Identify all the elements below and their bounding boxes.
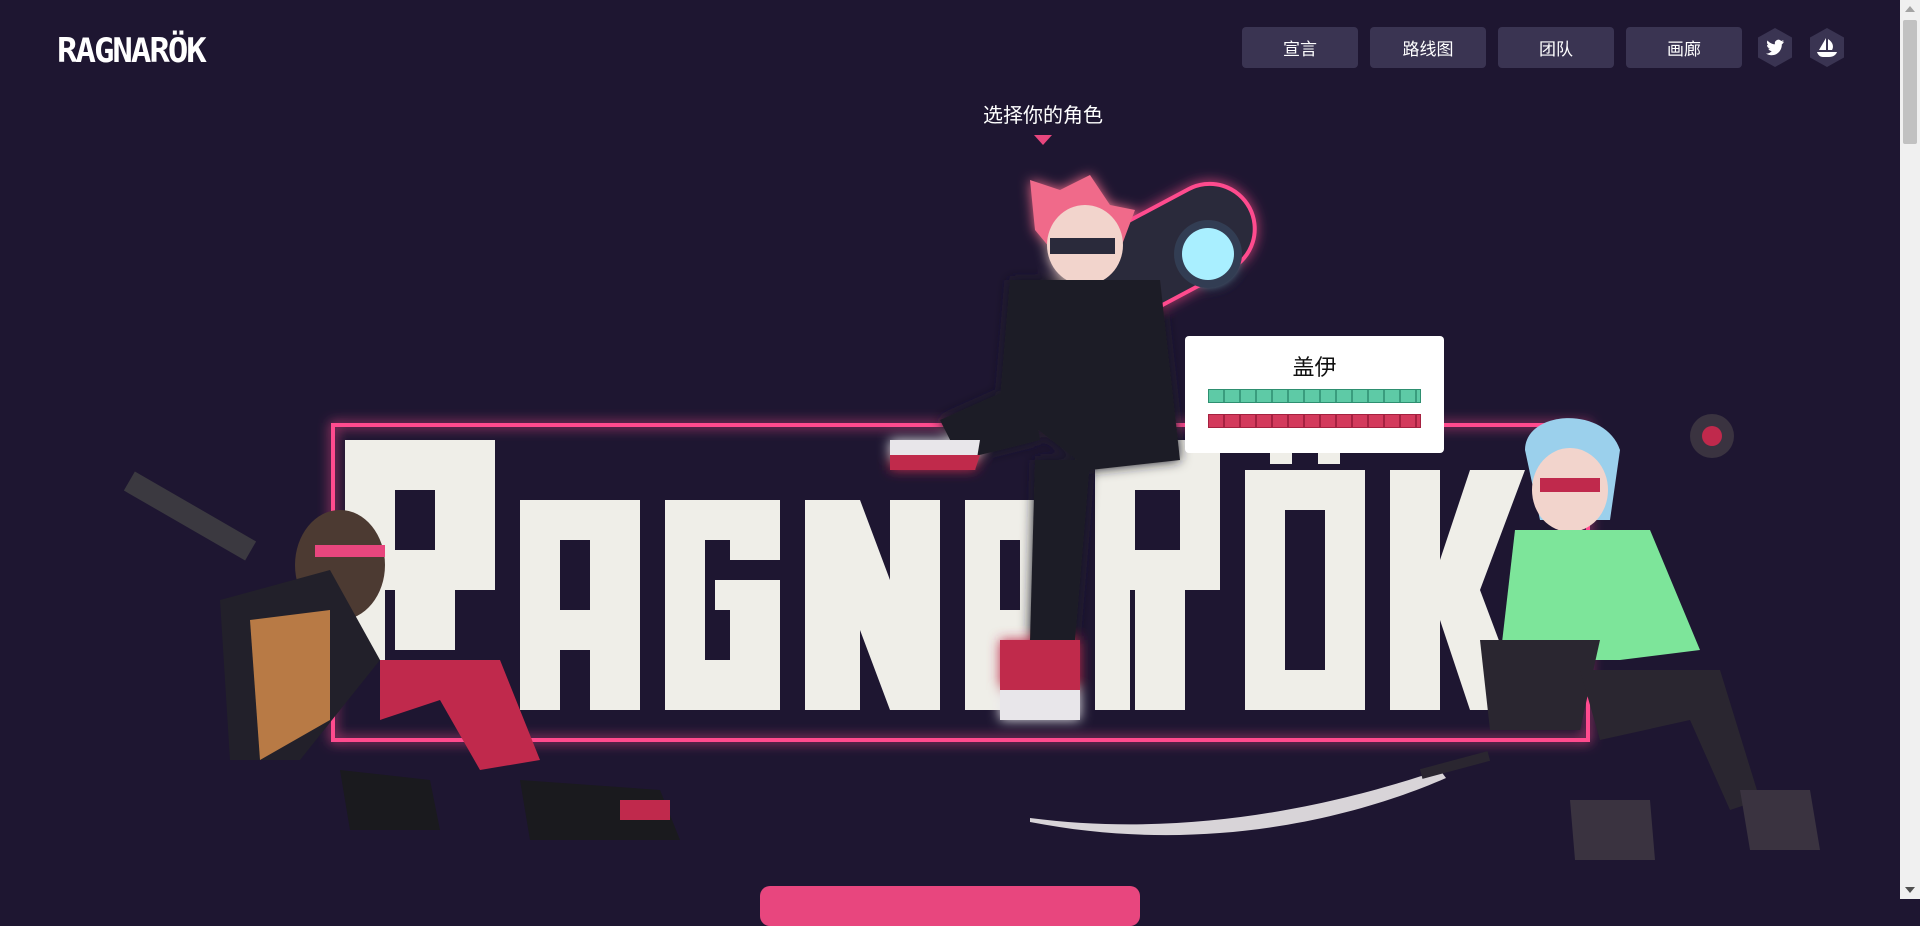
big-logo <box>331 423 1590 742</box>
character-tooltip: 盖伊 <box>1185 336 1444 453</box>
big-logo-letters <box>345 440 1525 710</box>
stat-fill-green <box>1208 389 1421 403</box>
stat-fill-red <box>1208 414 1421 428</box>
character-name: 盖伊 <box>1292 356 1337 381</box>
katana <box>1030 751 1491 836</box>
stat-bar-green <box>1208 389 1421 403</box>
stat-bar-red <box>1208 414 1421 428</box>
character-girl <box>1480 414 1820 860</box>
scroll-up-icon[interactable] <box>1905 6 1915 12</box>
cta-button[interactable] <box>760 886 1140 926</box>
scroll-down-icon[interactable] <box>1905 887 1915 893</box>
hero-illustration <box>0 0 1920 899</box>
scroll-thumb[interactable] <box>1903 20 1917 144</box>
scrollbar[interactable] <box>1900 0 1920 899</box>
hero-art <box>123 175 1820 860</box>
